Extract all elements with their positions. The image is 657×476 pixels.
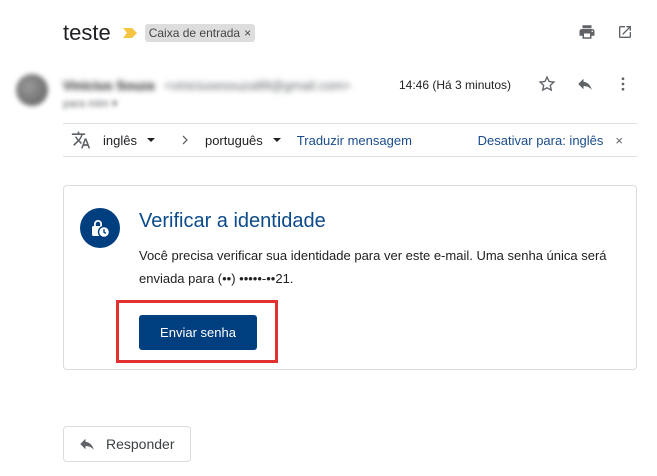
source-language-select[interactable]: inglês bbox=[103, 133, 155, 148]
card-title: Verificar a identidade bbox=[139, 210, 326, 232]
sender-name[interactable]: Vinicius Souza bbox=[63, 78, 155, 93]
translate-message-link[interactable]: Traduzir mensagem bbox=[297, 133, 412, 148]
reply-icon[interactable] bbox=[575, 74, 595, 94]
star-icon[interactable] bbox=[537, 74, 557, 94]
thread-toolbar bbox=[577, 22, 635, 42]
message-actions bbox=[537, 74, 633, 94]
translate-bar: inglês português Traduzir mensagem Desat… bbox=[63, 123, 637, 157]
target-language-select[interactable]: português bbox=[205, 133, 281, 148]
card-body: Você precisa verificar sua identidade pa… bbox=[139, 248, 607, 286]
sender-line: Vinicius Souza <viniciusesouza88@gmail.c… bbox=[63, 78, 351, 93]
inbox-label-chip[interactable]: Caixa de entrada × bbox=[144, 24, 256, 42]
open-in-new-window-icon[interactable] bbox=[615, 22, 635, 42]
print-icon[interactable] bbox=[577, 22, 597, 42]
reply-icon bbox=[80, 438, 94, 450]
locked-clock-icon bbox=[80, 208, 120, 248]
reply-button[interactable]: Responder bbox=[63, 426, 191, 462]
inbox-label-text: Caixa de entrada bbox=[148, 26, 241, 40]
translate-icon bbox=[71, 130, 91, 150]
more-vert-icon[interactable] bbox=[613, 74, 633, 94]
chevron-right-icon bbox=[175, 130, 195, 150]
label-importance-icon[interactable] bbox=[122, 28, 137, 38]
email-timestamp: 14:46 (Há 3 minutos) bbox=[399, 78, 512, 92]
send-password-button[interactable]: Enviar senha bbox=[139, 315, 257, 350]
email-subject: teste bbox=[63, 20, 111, 45]
sender-avatar[interactable] bbox=[16, 74, 48, 106]
chevron-down-icon bbox=[272, 138, 281, 142]
subject-row: teste Caixa de entrada × bbox=[63, 20, 256, 46]
chevron-down-icon bbox=[146, 138, 155, 142]
reply-button-label: Responder bbox=[106, 436, 175, 452]
source-language-label: inglês bbox=[103, 132, 137, 148]
close-translate-bar-icon[interactable]: × bbox=[615, 133, 623, 148]
recipient-details-toggle[interactable]: para mim ▾ bbox=[63, 97, 117, 110]
verify-identity-card: Verificar a identidade Você precisa veri… bbox=[63, 185, 637, 370]
disable-translation-link[interactable]: Desativar para: inglês bbox=[478, 133, 604, 148]
remove-label-icon[interactable]: × bbox=[244, 26, 251, 40]
target-language-label: português bbox=[204, 132, 263, 148]
sender-email: <viniciusesouza88@gmail.com> bbox=[164, 78, 351, 93]
